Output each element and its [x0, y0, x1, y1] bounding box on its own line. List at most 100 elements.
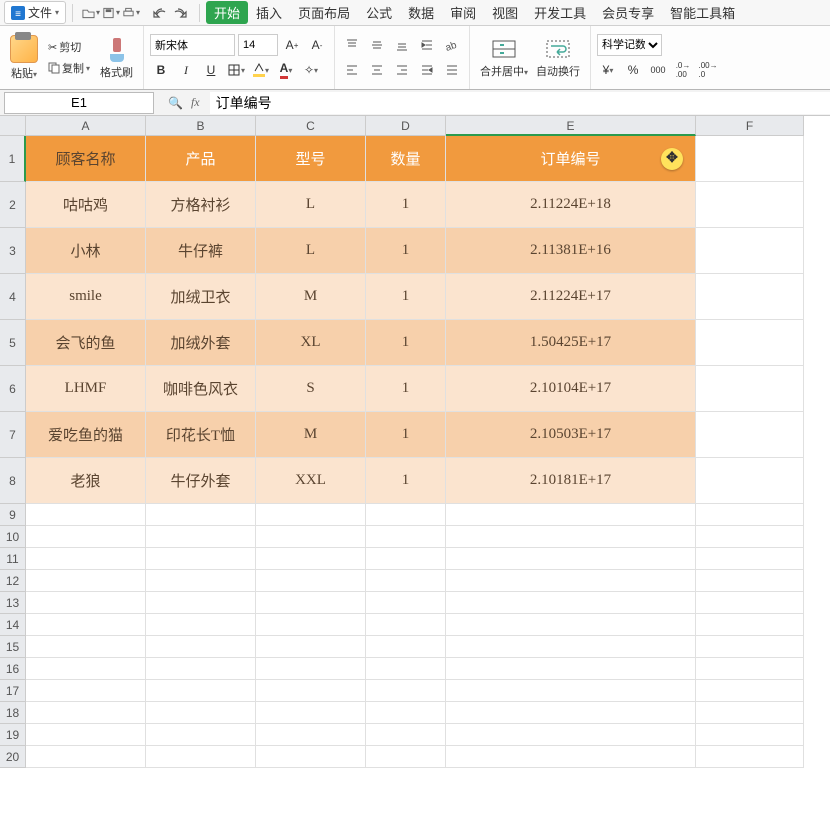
row-header[interactable]: 14: [0, 614, 26, 636]
percent-button[interactable]: %: [622, 59, 644, 81]
cell[interactable]: [256, 746, 366, 768]
cell[interactable]: [366, 592, 446, 614]
cell[interactable]: [696, 614, 804, 636]
cell[interactable]: [696, 724, 804, 746]
cell[interactable]: 2.10104E+17: [446, 366, 696, 412]
cell[interactable]: [26, 746, 146, 768]
tab-开始[interactable]: 开始: [206, 1, 248, 24]
cell[interactable]: [366, 614, 446, 636]
cell[interactable]: [696, 320, 804, 366]
cell[interactable]: 1: [366, 274, 446, 320]
row-header[interactable]: 8: [0, 458, 26, 504]
tab-数据[interactable]: 数据: [400, 1, 442, 24]
align-right-button[interactable]: [391, 59, 413, 81]
align-middle-button[interactable]: [366, 34, 388, 56]
cell[interactable]: 2.10503E+17: [446, 412, 696, 458]
cell-header[interactable]: 数量: [366, 136, 446, 182]
cell[interactable]: [146, 658, 256, 680]
name-box[interactable]: [4, 92, 154, 114]
increase-font-button[interactable]: A+: [281, 34, 303, 56]
font-color-button[interactable]: A▾: [275, 59, 297, 81]
row-header[interactable]: 17: [0, 680, 26, 702]
undo-button[interactable]: [151, 4, 169, 22]
align-left-button[interactable]: [341, 59, 363, 81]
tab-插入[interactable]: 插入: [248, 1, 290, 24]
align-top-button[interactable]: [341, 34, 363, 56]
cell[interactable]: [696, 412, 804, 458]
row-header[interactable]: 3: [0, 228, 26, 274]
decrease-decimal-button[interactable]: .00→.0: [697, 59, 719, 81]
row-header[interactable]: 10: [0, 526, 26, 548]
cell[interactable]: [26, 702, 146, 724]
indent-increase-button[interactable]: [416, 34, 438, 56]
row-header[interactable]: 18: [0, 702, 26, 724]
col-header-B[interactable]: B: [146, 116, 256, 136]
tab-页面布局[interactable]: 页面布局: [290, 1, 358, 24]
cell[interactable]: [26, 724, 146, 746]
row-header[interactable]: 16: [0, 658, 26, 680]
cell[interactable]: [256, 702, 366, 724]
tab-视图[interactable]: 视图: [484, 1, 526, 24]
cell[interactable]: [696, 548, 804, 570]
format-painter-button[interactable]: 格式刷: [96, 36, 137, 80]
cell[interactable]: [446, 548, 696, 570]
redo-button[interactable]: [171, 4, 189, 22]
bold-button[interactable]: B: [150, 59, 172, 81]
cell[interactable]: 咖啡色风衣: [146, 366, 256, 412]
cell[interactable]: [366, 746, 446, 768]
indent-decrease-button[interactable]: [416, 59, 438, 81]
cell[interactable]: LHMF: [26, 366, 146, 412]
cell[interactable]: [146, 548, 256, 570]
cell[interactable]: 1: [366, 412, 446, 458]
align-bottom-button[interactable]: [391, 34, 413, 56]
cell[interactable]: [366, 724, 446, 746]
cell[interactable]: [146, 526, 256, 548]
cell[interactable]: 2.10181E+17: [446, 458, 696, 504]
print-button[interactable]: ▾: [122, 4, 140, 22]
increase-decimal-button[interactable]: .0→.00: [672, 59, 694, 81]
cell[interactable]: 牛仔外套: [146, 458, 256, 504]
file-menu[interactable]: ≡ 文件 ▾: [4, 1, 66, 24]
cell[interactable]: [446, 746, 696, 768]
tab-审阅[interactable]: 审阅: [442, 1, 484, 24]
align-center-button[interactable]: [366, 59, 388, 81]
cell-header[interactable]: 顾客名称: [26, 136, 146, 182]
currency-button[interactable]: ¥▾: [597, 59, 619, 81]
cell[interactable]: [446, 526, 696, 548]
cell[interactable]: 1: [366, 320, 446, 366]
col-header-E[interactable]: E: [446, 116, 696, 136]
cell[interactable]: [146, 724, 256, 746]
col-header-A[interactable]: A: [26, 116, 146, 136]
cell-selected[interactable]: 订单编号 ✥: [446, 136, 696, 182]
cell[interactable]: [256, 680, 366, 702]
cell[interactable]: [366, 526, 446, 548]
formula-input[interactable]: [210, 92, 830, 114]
font-size-select[interactable]: [238, 34, 278, 56]
cell[interactable]: 1: [366, 458, 446, 504]
row-header[interactable]: 15: [0, 636, 26, 658]
cell[interactable]: S: [256, 366, 366, 412]
tab-公式[interactable]: 公式: [358, 1, 400, 24]
row-header[interactable]: 13: [0, 592, 26, 614]
cell[interactable]: 2.11224E+17: [446, 274, 696, 320]
cell[interactable]: L: [256, 182, 366, 228]
cell[interactable]: [696, 570, 804, 592]
cell[interactable]: M: [256, 274, 366, 320]
fill-color-button[interactable]: ▾: [250, 59, 272, 81]
cell[interactable]: M: [256, 412, 366, 458]
cell[interactable]: [256, 724, 366, 746]
underline-button[interactable]: U: [200, 59, 222, 81]
cell[interactable]: [366, 548, 446, 570]
cell[interactable]: smile: [26, 274, 146, 320]
number-format-select[interactable]: 科学记数: [597, 34, 662, 56]
cell[interactable]: [26, 680, 146, 702]
tab-开发工具[interactable]: 开发工具: [526, 1, 594, 24]
row-header[interactable]: 12: [0, 570, 26, 592]
decrease-font-button[interactable]: A-: [306, 34, 328, 56]
cell[interactable]: [26, 658, 146, 680]
col-header-F[interactable]: F: [696, 116, 804, 136]
cell[interactable]: [256, 614, 366, 636]
cell[interactable]: [26, 614, 146, 636]
cell[interactable]: [146, 702, 256, 724]
cell[interactable]: [696, 746, 804, 768]
